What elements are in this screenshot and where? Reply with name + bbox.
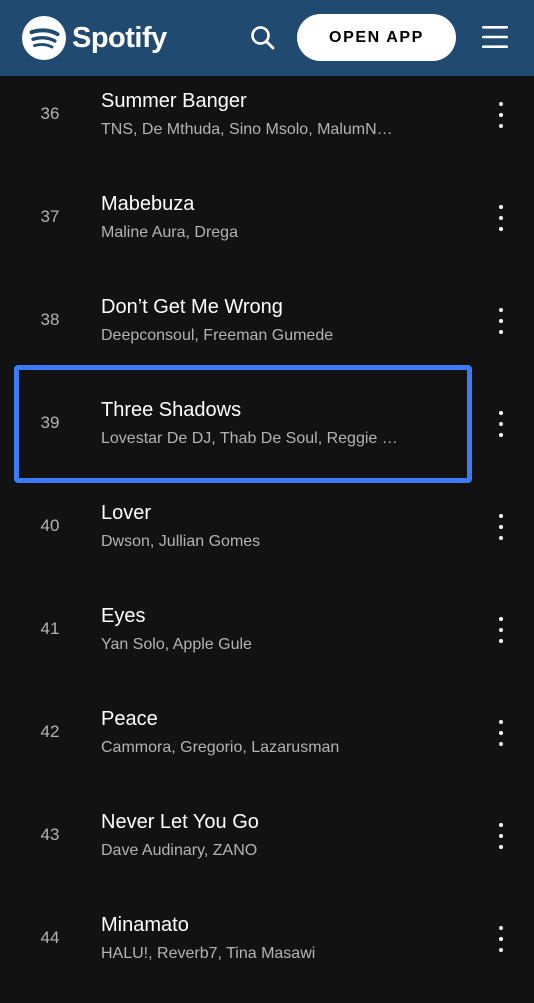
track-row[interactable]: 38 Don’t Get Me Wrong Deepconsoul, Freem… xyxy=(0,282,534,385)
more-options-icon[interactable] xyxy=(491,615,511,645)
track-row[interactable]: 36 Summer Banger TNS, De Mthuda, Sino Ms… xyxy=(0,76,534,179)
track-title: Lover xyxy=(101,502,152,524)
track-title: Minamato xyxy=(101,914,189,936)
track-title: Never Let You Go xyxy=(101,811,259,833)
track-row[interactable]: 41 Eyes Yan Solo, Apple Gule xyxy=(0,591,534,694)
track-number: 43 xyxy=(40,825,60,844)
track-artists: Yan Solo, Apple Gule xyxy=(101,636,252,653)
hamburger-menu-icon[interactable] xyxy=(481,23,509,51)
more-options-icon[interactable] xyxy=(491,924,511,954)
more-options-icon[interactable] xyxy=(491,512,511,542)
track-row[interactable]: 40 Lover Dwson, Jullian Gomes xyxy=(0,488,534,591)
more-options-icon[interactable] xyxy=(491,100,511,130)
more-options-icon[interactable] xyxy=(491,409,511,439)
track-title: Don’t Get Me Wrong xyxy=(101,296,283,318)
track-artists: Dave Audinary, ZANO xyxy=(101,842,258,859)
track-row[interactable]: 42 Peace Cammora, Gregorio, Lazarusman xyxy=(0,694,534,797)
search-icon[interactable] xyxy=(248,23,278,53)
track-title: Summer Banger xyxy=(101,90,247,112)
track-number: 37 xyxy=(40,207,60,226)
track-title: Three Shadows xyxy=(101,399,242,421)
track-row[interactable]: 37 Mabebuza Maline Aura, Drega xyxy=(0,179,534,282)
track-row[interactable]: 43 Never Let You Go Dave Audinary, ZANO xyxy=(0,797,534,900)
track-title: Eyes xyxy=(101,605,146,627)
track-number: 44 xyxy=(40,928,60,947)
track-number: 40 xyxy=(40,516,60,535)
more-options-icon[interactable] xyxy=(491,821,511,851)
track-artists: HALU!, Reverb7, Tina Masawi xyxy=(101,945,316,962)
open-app-button[interactable]: OPEN APP xyxy=(297,14,456,61)
track-number: 39 xyxy=(40,413,60,432)
brand-name: Spotify xyxy=(72,21,167,54)
track-artists: Cammora, Gregorio, Lazarusman xyxy=(101,739,340,756)
more-options-icon[interactable] xyxy=(491,718,511,748)
more-options-icon[interactable] xyxy=(491,203,511,233)
spotify-logo[interactable]: Spotify xyxy=(22,14,167,62)
track-number: 36 xyxy=(40,104,60,123)
track-artists: Maline Aura, Drega xyxy=(101,224,238,241)
track-title: Mabebuza xyxy=(101,193,195,215)
top-nav-bar: Spotify OPEN APP xyxy=(0,0,534,76)
track-number: 38 xyxy=(40,310,60,329)
track-title: Peace xyxy=(101,708,158,730)
track-number: 41 xyxy=(40,619,60,638)
spotify-logo-icon xyxy=(22,16,66,60)
more-options-icon[interactable] xyxy=(491,306,511,336)
track-number: 42 xyxy=(40,722,60,741)
track-list: 36 Summer Banger TNS, De Mthuda, Sino Ms… xyxy=(0,76,534,1003)
track-artists: Lovestar De DJ, Thab De Soul, Reggie … xyxy=(101,430,398,447)
track-artists: TNS, De Mthuda, Sino Msolo, MalumN… xyxy=(101,121,393,138)
track-row[interactable]: 44 Minamato HALU!, Reverb7, Tina Masawi xyxy=(0,900,534,1003)
track-row-highlighted[interactable]: 39 Three Shadows Lovestar De DJ, Thab De… xyxy=(0,385,534,488)
track-artists: Dwson, Jullian Gomes xyxy=(101,533,261,550)
track-artists: Deepconsoul, Freeman Gumede xyxy=(101,327,334,344)
